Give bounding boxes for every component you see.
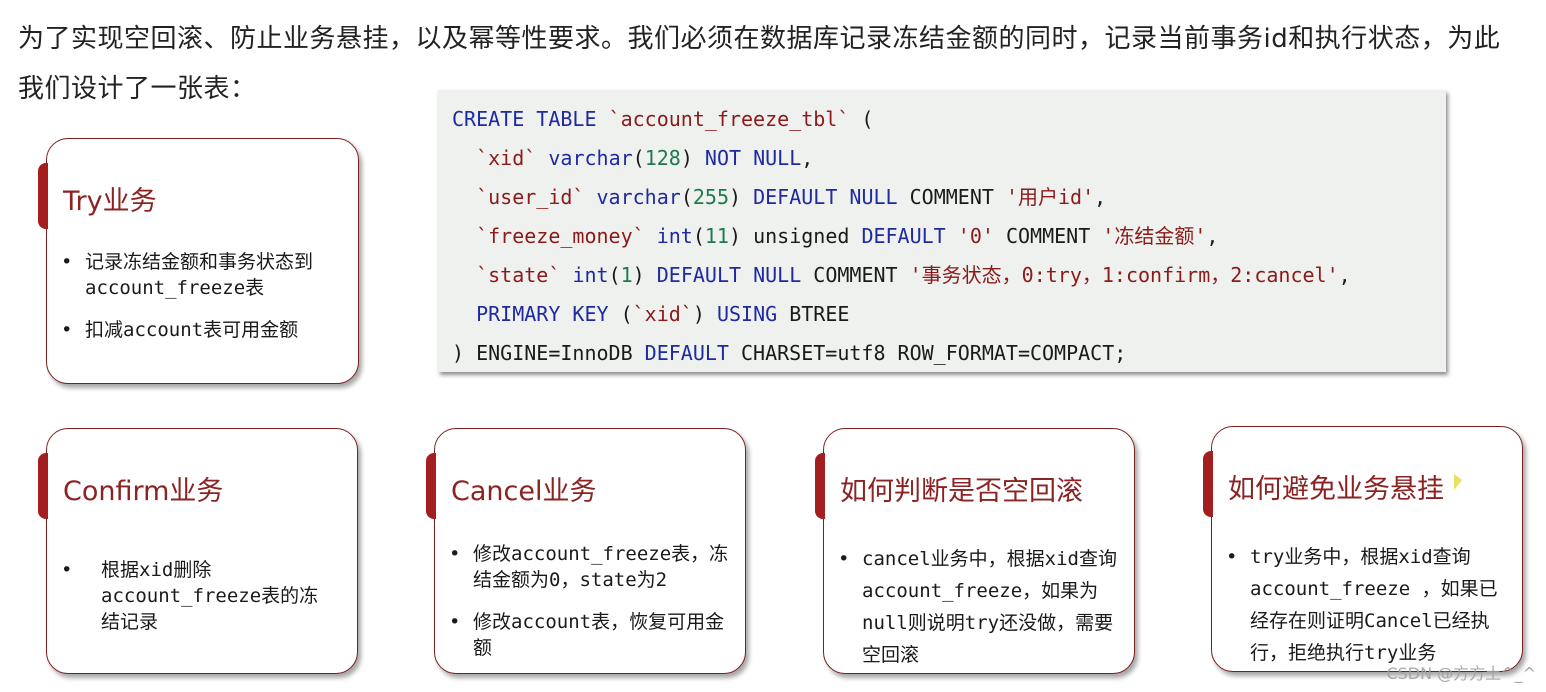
code-token: PRIMARY KEY [476, 302, 609, 326]
card-title: Confirm业务 [63, 476, 224, 507]
card-accent-tab [38, 453, 48, 519]
code-token: ) unsigned [728, 224, 862, 248]
code-token: '事务状态，0:try，1:confirm，2:cancel' [909, 263, 1339, 287]
list-item: • 根据xid删除account_freeze表的冻结记录 [61, 559, 319, 633]
list-item: • 修改account表，恢复可用金额 [449, 611, 725, 659]
code-token: , [1094, 185, 1107, 209]
sql-code-block: CREATE TABLE `account_freeze_tbl` ( `xid… [438, 90, 1446, 372]
code-token: 1 [620, 263, 633, 287]
code-token: ( [632, 146, 645, 170]
code-token: COMMENT [897, 185, 1006, 209]
code-line: `state` int(1) DEFAULT NULL COMMENT '事务状… [452, 256, 1446, 295]
code-token: varchar [548, 146, 633, 170]
card-accent-tab [815, 453, 825, 519]
code-token: BTREE [777, 302, 850, 326]
card-avoid-hanging: 如何避免业务悬挂 • try业务中，根据xid查询account_freeze ，… [1203, 426, 1523, 672]
mouse-cursor-icon [1454, 474, 1462, 490]
code-token: NOT NULL [704, 146, 802, 170]
code-token: ) [632, 263, 657, 287]
code-token: 11 [704, 224, 729, 248]
code-token: '冻结金额' [1102, 224, 1207, 248]
list-item: • cancel业务中，根据xid查询account_freeze，如果为null… [838, 548, 1117, 666]
card-accent-tab [38, 163, 48, 229]
code-line: `user_id` varchar(255) DEFAULT NULL COMM… [452, 178, 1446, 217]
list-item: • 扣减account表可用金额 [61, 319, 299, 341]
card-try: Try业务 • 记录冻结金额和事务状态到account_freeze表 • 扣减ac… [38, 138, 359, 384]
code-token: CREATE TABLE [452, 107, 609, 131]
code-token: ( [680, 185, 693, 209]
code-token: '用户id' [1005, 185, 1095, 209]
code-line: PRIMARY KEY (`xid`) USING BTREE [452, 295, 1446, 334]
card-list: • 修改account_freeze表，冻结金额为0，state为2 • 修改acc… [449, 541, 739, 677]
code-token: `user_id` [476, 185, 585, 209]
code-token: DEFAULT [644, 341, 729, 365]
code-line: ) ENGINE=InnoDB DEFAULT CHARSET=utf8 ROW… [452, 334, 1446, 373]
list-item: • 修改account_freeze表，冻结金额为0，state为2 [449, 543, 729, 591]
code-token: `state` [476, 263, 561, 287]
list-item: • try业务中，根据xid查询account_freeze ，如果已经存在则证明… [1226, 546, 1498, 664]
card-title: 如何避免业务悬挂 [1228, 474, 1444, 505]
card-empty-rollback: 如何判断是否空回滚 • cancel业务中，根据xid查询account_free… [815, 428, 1135, 674]
code-token: ( [608, 263, 621, 287]
code-token: COMMENT [801, 263, 910, 287]
card-title: 如何判断是否空回滚 [840, 476, 1083, 507]
card-list: • cancel业务中，根据xid查询account_freeze，如果为null… [838, 543, 1128, 687]
code-line: `freeze_money` int(11) unsigned DEFAULT … [452, 217, 1446, 256]
code-token: DEFAULT NULL [753, 185, 898, 209]
card-list: • 根据xid删除account_freeze表的冻结记录 [61, 557, 331, 651]
card-title: Cancel业务 [451, 476, 597, 507]
code-token: ( [608, 302, 633, 326]
watermark: CSDN @方方土^_^ [1386, 664, 1536, 683]
code-token: ( [849, 107, 874, 131]
card-accent-tab [1203, 451, 1213, 517]
code-token: COMMENT [993, 224, 1103, 248]
code-token: CHARSET=utf8 ROW_FORMAT=COMPACT; [728, 341, 1127, 365]
code-line: CREATE TABLE `account_freeze_tbl` ( [452, 100, 1446, 139]
code-token: , [1338, 263, 1351, 287]
code-token: ) [728, 185, 754, 209]
list-item: • 记录冻结金额和事务状态到account_freeze表 [61, 251, 314, 299]
card-title: Try业务 [63, 186, 157, 217]
code-token: ) [680, 146, 705, 170]
code-token: USING [716, 302, 778, 326]
code-token: int [656, 224, 693, 248]
code-token: 128 [644, 146, 681, 170]
code-token: ) ENGINE=InnoDB [452, 341, 645, 365]
card-list: • 记录冻结金额和事务状态到account_freeze表 • 扣减account表… [61, 249, 341, 359]
code-token: `xid` [632, 302, 693, 326]
code-token: 255 [692, 185, 729, 209]
card-confirm: Confirm业务 • 根据xid删除account_freeze表的冻结记录 [38, 428, 358, 674]
code-line: `xid` varchar(128) NOT NULL, [452, 139, 1446, 178]
code-token: varchar [596, 185, 681, 209]
card-accent-tab [426, 453, 436, 519]
card-cancel: Cancel业务 • 修改account_freeze表，冻结金额为0，state… [426, 428, 746, 677]
code-token: ) [692, 302, 717, 326]
code-token: , [801, 146, 814, 170]
code-token: `xid` [476, 146, 537, 170]
code-token: , [1206, 224, 1219, 248]
code-token: `account_freeze_tbl` [608, 107, 850, 131]
code-token: `freeze_money` [476, 224, 645, 248]
code-token: int [572, 263, 609, 287]
code-token: DEFAULT NULL [656, 263, 802, 287]
code-token: DEFAULT [861, 224, 946, 248]
code-token: ( [692, 224, 705, 248]
code-token: '0' [957, 224, 994, 248]
